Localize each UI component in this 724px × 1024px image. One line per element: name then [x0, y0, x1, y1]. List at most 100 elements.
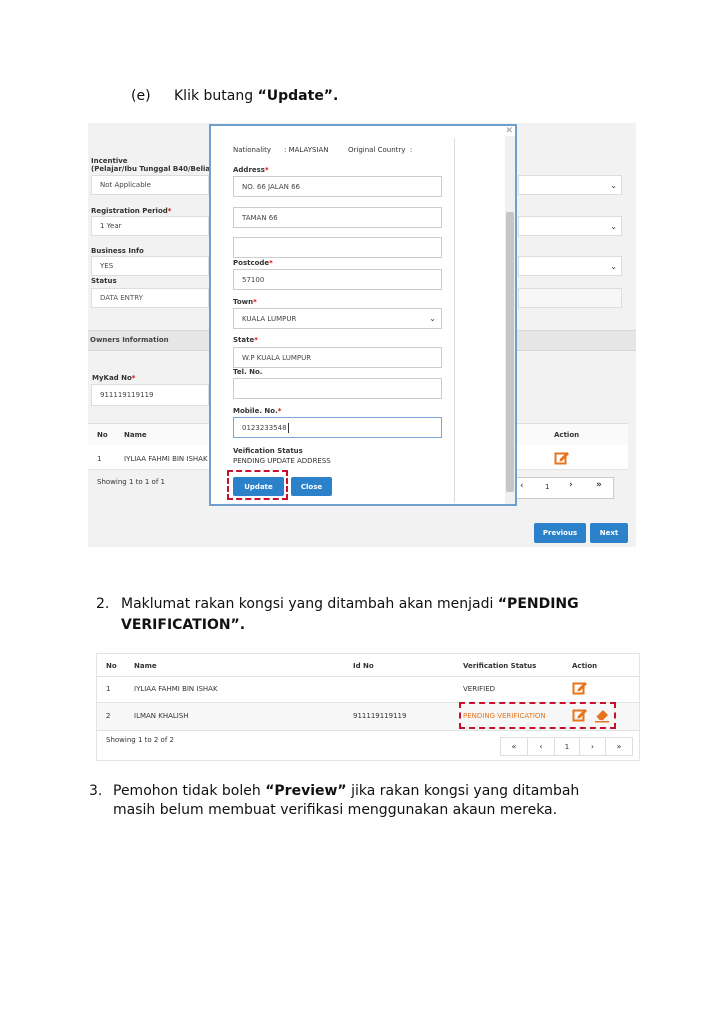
required-mark: *: [253, 298, 257, 306]
address-line-1-input[interactable]: NO. 66 JALAN 66: [233, 176, 442, 197]
step2-plain: Maklumat rakan kongsi yang ditambah akan…: [121, 596, 498, 612]
business-info-label: Business Info: [91, 247, 144, 255]
col-no: No: [106, 662, 117, 670]
town-value: KUALA LUMPUR: [242, 314, 297, 323]
col-status: Verification Status: [463, 662, 537, 670]
pager-first[interactable]: «: [500, 737, 528, 756]
close-icon[interactable]: ✕: [505, 126, 513, 136]
right-field-3[interactable]: ⌄: [518, 256, 622, 276]
reg-period-label: Registration Period*: [91, 207, 171, 215]
state-input[interactable]: W.P KUALA LUMPUR: [233, 347, 442, 368]
edit-icon[interactable]: [572, 680, 588, 696]
row2-no: 2: [106, 712, 111, 720]
mobile-text: Mobile. No.: [233, 407, 278, 415]
required-mark: *: [167, 207, 172, 215]
step3-line2: masih belum membuat verifikasi menggunak…: [113, 802, 558, 818]
chevron-down-icon: ⌄: [429, 314, 436, 323]
divider: [97, 676, 639, 677]
screenshot-verification-table: No Name Id No Verification Status Action…: [96, 653, 640, 761]
step2-line1: Maklumat rakan kongsi yang ditambah akan…: [121, 596, 579, 612]
pager-next[interactable]: ›: [569, 480, 573, 490]
required-mark: *: [131, 374, 136, 382]
step-e-plain: Klik butang: [174, 88, 258, 104]
step-e-bold: “Update”.: [257, 88, 339, 104]
step2-bold1: “PENDING: [497, 596, 579, 612]
address-label: Address*: [233, 166, 269, 174]
pending-highlight-box: [459, 702, 616, 729]
status-value: DATA ENTRY: [100, 294, 143, 302]
step3-line1: Pemohon tidak boleh “Preview” jika rakan…: [113, 783, 579, 799]
address-line-3-input[interactable]: [233, 237, 442, 258]
address-line-2: TAMAN 66: [242, 213, 278, 222]
verification-value: PENDING UPDATE ADDRESS: [233, 457, 331, 465]
pager-prev[interactable]: ‹: [520, 481, 524, 491]
col-id: Id No: [353, 662, 374, 670]
edit-icon[interactable]: [554, 450, 570, 466]
pager-last[interactable]: »: [596, 480, 602, 490]
col-action: Action: [554, 431, 580, 439]
update-address-modal: ✕ Nationality : MALAYSIAN Original Count…: [209, 124, 517, 506]
reg-period-select[interactable]: 1 Year: [91, 216, 209, 236]
col-action: Action: [572, 662, 598, 670]
col-name: Name: [134, 662, 157, 670]
business-info-value: YES: [100, 262, 114, 270]
required-mark: *: [264, 166, 269, 174]
incentive-value: Not Applicable: [100, 181, 151, 189]
text-cursor: [287, 422, 289, 433]
nationality-value: : MALAYSIAN: [284, 146, 329, 154]
mykad-value: 911119119119: [100, 391, 154, 399]
row1-status: VERIFIED: [463, 685, 496, 693]
step3-number: 3.: [89, 783, 103, 799]
chevron-down-icon: ⌄: [610, 262, 617, 271]
address-line-1: NO. 66 JALAN 66: [242, 182, 300, 191]
previous-button[interactable]: Previous: [534, 523, 586, 543]
pager-prev[interactable]: ‹: [527, 737, 555, 756]
postcode-input[interactable]: 57100: [233, 269, 442, 290]
col-name: Name: [124, 431, 147, 439]
mykad-input[interactable]: 911119119119: [91, 384, 209, 406]
pager-page[interactable]: 1: [554, 737, 580, 756]
mykad-label: MyKad No*: [92, 374, 135, 382]
step3-bold: “Preview”: [265, 783, 347, 799]
mykad-text: MyKad No: [92, 374, 132, 382]
chevron-down-icon: ⌄: [610, 222, 617, 231]
right-field-1[interactable]: ⌄: [518, 175, 622, 195]
row2-id: 911119119119: [353, 712, 407, 720]
verification-label: Veification Status: [233, 447, 303, 455]
step2-bold2: VERIFICATION”.: [121, 617, 246, 633]
tel-label: Tel. No.: [233, 368, 263, 376]
next-button[interactable]: Next: [590, 523, 628, 543]
postcode-text: Postcode: [233, 259, 270, 267]
state-label: State*: [233, 336, 258, 344]
chevron-down-icon: ⌄: [610, 181, 617, 190]
row1-name: IYLIAA FAHMI BIN ISHAK: [134, 685, 218, 693]
step2-line2: VERIFICATION”.: [121, 617, 245, 633]
step-e-text: Klik butang “Update”.: [174, 88, 338, 104]
step3-plain2: jika rakan kongsi yang ditambah: [346, 783, 580, 799]
close-button[interactable]: Close: [291, 477, 332, 496]
pager-last[interactable]: »: [605, 737, 633, 756]
incentive-label: Incentive: [91, 157, 128, 165]
scrollbar-thumb[interactable]: [506, 212, 514, 492]
row1-no: 1: [106, 685, 111, 693]
postcode-value: 57100: [242, 275, 265, 284]
pager-next[interactable]: ›: [579, 737, 606, 756]
tel-input[interactable]: [233, 378, 442, 399]
step-e-marker: (e): [131, 88, 151, 104]
town-select[interactable]: KUALA LUMPUR ⌄: [233, 308, 442, 329]
row2-name: ILMAN KHALISH: [134, 712, 189, 720]
state-value: W.P KUALA LUMPUR: [242, 353, 312, 362]
mobile-input[interactable]: 0123233548: [233, 417, 442, 438]
status-field: DATA ENTRY: [91, 288, 209, 308]
business-info-select[interactable]: YES: [91, 256, 209, 276]
incentive-select[interactable]: Not Applicable: [91, 175, 209, 195]
state-text: State: [233, 336, 255, 344]
postcode-label: Postcode*: [233, 259, 273, 267]
row-name: IYLIAA FAHMI BIN ISHAK: [124, 455, 208, 463]
incentive-sublabel: (Pelajar/Ibu Tunggal B40/Belia I: [91, 165, 216, 173]
col-no: No: [97, 431, 108, 439]
pager-page[interactable]: 1: [545, 483, 549, 491]
town-label: Town*: [233, 298, 257, 306]
right-field-2[interactable]: ⌄: [518, 216, 622, 236]
address-line-2-input[interactable]: TAMAN 66: [233, 207, 442, 228]
